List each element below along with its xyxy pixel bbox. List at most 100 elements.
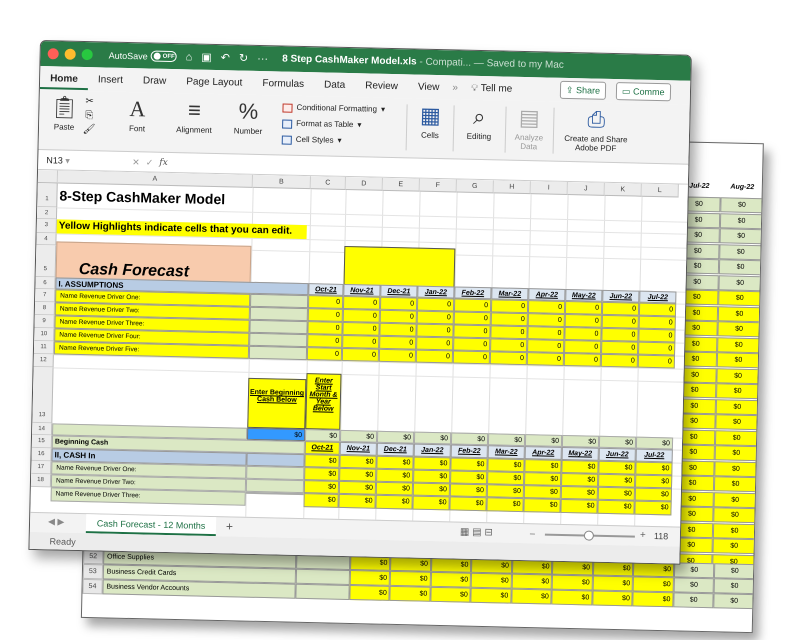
row-header-13[interactable]: 13 bbox=[32, 366, 54, 424]
cash-in-driver-value[interactable]: $0 bbox=[303, 480, 340, 494]
row-header-9[interactable]: 9 bbox=[34, 314, 55, 329]
column-header-c[interactable]: C bbox=[310, 176, 346, 190]
driver-value[interactable]: 0 bbox=[307, 321, 343, 335]
tell-me-search[interactable]: 💡︎ Tell me bbox=[461, 82, 523, 94]
column-header-k[interactable]: K bbox=[604, 182, 642, 197]
share-button[interactable]: ⇪ Share bbox=[559, 80, 607, 100]
driver-value[interactable]: 0 bbox=[527, 313, 565, 327]
analyze-data-button[interactable]: ▤ Analyze Data bbox=[509, 105, 550, 152]
cash-in-driver-value[interactable]: $0 bbox=[375, 494, 413, 510]
tab-page-layout[interactable]: Page Layout bbox=[176, 76, 252, 89]
worksheet-grid[interactable]: A B C D E F G H I J K L 1 2 3 4 5 6 7 8 9 10 11 12 13 14 15 16 17 18 8… bbox=[30, 169, 690, 527]
tab-view[interactable]: View bbox=[408, 81, 450, 93]
cash-in-driver-value[interactable]: $0 bbox=[523, 485, 562, 499]
view-mode-icons[interactable]: ▦ ▤ ⊟ bbox=[460, 527, 493, 539]
driver-value[interactable]: 0 bbox=[564, 300, 603, 315]
driver-value[interactable]: 0 bbox=[638, 315, 676, 330]
driver-value[interactable]: 0 bbox=[489, 351, 528, 366]
column-header-e[interactable]: E bbox=[382, 177, 420, 192]
cash-in-driver-value[interactable]: $0 bbox=[523, 498, 561, 513]
more-icon[interactable]: ··· bbox=[257, 52, 268, 64]
row-header-5[interactable]: 5 bbox=[35, 244, 57, 278]
autosave-control[interactable]: AutoSave OFF bbox=[109, 50, 177, 63]
driver-value[interactable]: 0 bbox=[379, 322, 417, 337]
row-header-12[interactable]: 12 bbox=[33, 353, 54, 368]
row-header-17[interactable]: 17 bbox=[31, 460, 52, 475]
cash-in-driver-value[interactable]: $0 bbox=[338, 493, 376, 509]
cash-in-driver-value[interactable]: $0 bbox=[634, 500, 672, 516]
driver-value[interactable]: 0 bbox=[563, 352, 602, 367]
driver-value[interactable]: 0 bbox=[637, 354, 676, 369]
column-header-h[interactable]: H bbox=[493, 180, 531, 195]
cash-in-driver-value[interactable]: $0 bbox=[304, 467, 340, 481]
number-group-button[interactable]: % Number bbox=[225, 98, 272, 137]
driver-value[interactable]: 0 bbox=[638, 328, 676, 343]
row-header-2[interactable]: 2 bbox=[36, 206, 58, 220]
tab-data[interactable]: Data bbox=[314, 79, 355, 91]
driver-value[interactable]: 0 bbox=[342, 334, 380, 349]
cash-in-driver-value[interactable]: $0 bbox=[598, 473, 636, 488]
zoom-in-icon[interactable]: + bbox=[640, 530, 646, 541]
cash-in-driver-value[interactable]: $0 bbox=[413, 469, 451, 484]
driver-value[interactable]: 0 bbox=[601, 340, 639, 355]
undo-icon[interactable]: ↶ bbox=[221, 51, 231, 64]
driver-value[interactable]: 0 bbox=[379, 296, 418, 311]
driver-value[interactable]: 0 bbox=[453, 298, 492, 313]
zoom-window-button[interactable] bbox=[81, 48, 93, 61]
cash-in-driver-value[interactable]: $0 bbox=[412, 495, 450, 511]
create-share-pdf-button[interactable]: ⎙ Create and Share Adobe PDF bbox=[561, 106, 632, 154]
driver-value[interactable]: 0 bbox=[526, 352, 565, 366]
minimize-window-button[interactable] bbox=[64, 48, 76, 60]
driver-value[interactable]: 0 bbox=[379, 335, 417, 350]
row-header-4[interactable]: 4 bbox=[36, 232, 57, 246]
cash-in-value[interactable]: $0 bbox=[561, 459, 599, 474]
cash-in-driver-value[interactable]: $0 bbox=[450, 470, 488, 485]
cash-in-value[interactable]: $0 bbox=[598, 460, 636, 475]
cash-in-driver-value[interactable]: $0 bbox=[412, 482, 451, 497]
driver-value[interactable]: 0 bbox=[307, 295, 344, 309]
column-header-f[interactable]: F bbox=[419, 178, 457, 193]
cash-in-driver-value[interactable]: $0 bbox=[597, 499, 635, 515]
row-header-3[interactable]: 3 bbox=[36, 218, 57, 234]
driver-value[interactable]: 0 bbox=[453, 337, 491, 352]
driver-value[interactable]: 0 bbox=[490, 325, 528, 340]
cash-in-value[interactable]: $0 bbox=[339, 454, 377, 469]
cash-in-driver-value[interactable]: $0 bbox=[524, 472, 562, 486]
driver-value[interactable]: 0 bbox=[601, 314, 639, 329]
select-all-corner[interactable] bbox=[37, 169, 59, 184]
format-painter-icon[interactable]: 🖌︎ bbox=[81, 123, 97, 137]
column-header-j[interactable]: J bbox=[567, 182, 605, 196]
alignment-group-button[interactable]: ≡ Alignment bbox=[169, 97, 220, 135]
column-header-g[interactable]: G bbox=[456, 179, 494, 194]
cash-in-driver-value[interactable]: $0 bbox=[561, 472, 599, 487]
save-icon[interactable]: ▣ bbox=[201, 51, 212, 64]
zoom-slider-thumb[interactable] bbox=[583, 530, 595, 541]
cash-in-value[interactable]: $0 bbox=[487, 458, 525, 473]
sheet-nav-icon[interactable]: ◀ ▶ bbox=[48, 516, 65, 527]
driver-value[interactable]: 0 bbox=[527, 300, 566, 314]
autosave-toggle[interactable]: OFF bbox=[150, 50, 177, 63]
cell-styles-button[interactable]: Cell Styles ▾ bbox=[281, 132, 385, 150]
row-header-16[interactable]: 16 bbox=[31, 447, 52, 462]
tab-formulas[interactable]: Formulas bbox=[252, 77, 314, 90]
driver-value[interactable]: 0 bbox=[490, 299, 529, 314]
close-window-button[interactable] bbox=[47, 48, 59, 60]
tab-draw[interactable]: Draw bbox=[133, 75, 177, 87]
driver-value[interactable]: 0 bbox=[527, 326, 565, 340]
driver-value[interactable]: 0 bbox=[307, 334, 343, 348]
driver-value[interactable]: 0 bbox=[638, 302, 677, 317]
driver-value[interactable]: 0 bbox=[416, 323, 454, 338]
cash-in-driver-value[interactable]: $0 bbox=[560, 498, 598, 514]
column-header-d[interactable]: D bbox=[345, 176, 383, 191]
name-box[interactable]: N13 ▾ bbox=[38, 154, 96, 166]
row-header-6[interactable]: 6 bbox=[35, 276, 56, 290]
cash-in-driver-value[interactable]: $0 bbox=[338, 480, 377, 495]
cells-group-button[interactable]: ▦ Cells bbox=[411, 102, 450, 140]
driver-value[interactable]: 0 bbox=[638, 341, 676, 356]
driver-value[interactable]: 0 bbox=[490, 338, 528, 353]
driver-value[interactable]: 0 bbox=[416, 336, 454, 351]
driver-value[interactable]: 0 bbox=[415, 349, 454, 364]
driver-value[interactable]: 0 bbox=[601, 301, 640, 316]
driver-value[interactable]: 0 bbox=[416, 297, 455, 312]
driver-value[interactable]: 0 bbox=[453, 311, 491, 326]
